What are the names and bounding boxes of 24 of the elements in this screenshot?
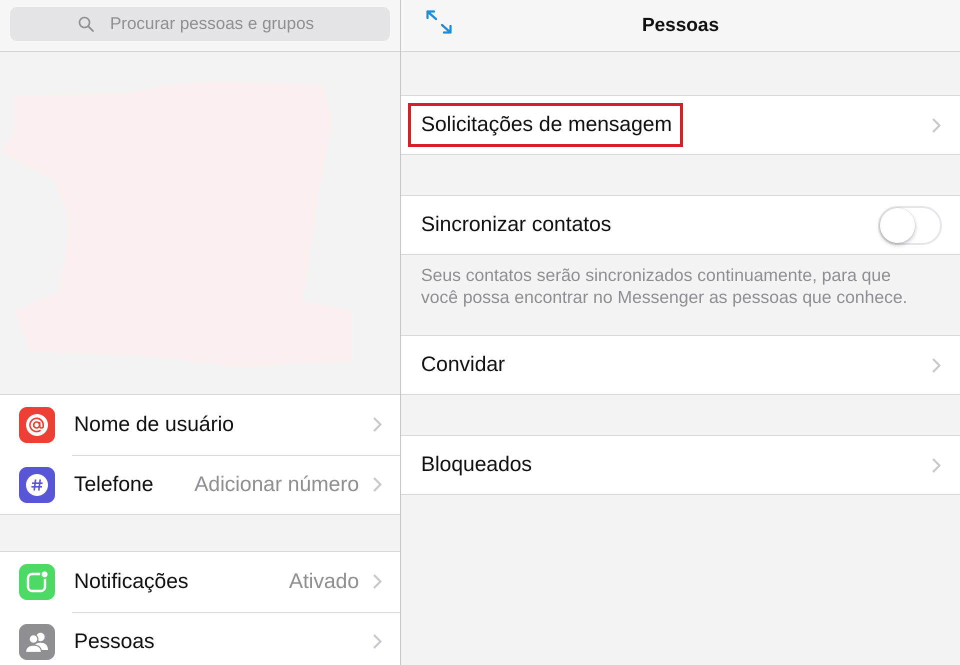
search-icon	[78, 16, 94, 32]
section-footer: Seus contatos serão sincronizados continuamente, para que você possa encontrar no Messenger as pessoas que conhece.	[401, 255, 960, 335]
chevron-icon	[373, 477, 382, 492]
at-sign-icon	[19, 406, 55, 442]
notification-icon	[19, 564, 55, 600]
chevron-icon	[373, 634, 382, 649]
header-title: Pessoas	[642, 14, 720, 36]
chevron-icon	[373, 417, 382, 432]
row-value: Adicionar número	[194, 472, 359, 496]
search-field[interactable]: Procurar pessoas e grupos	[10, 7, 390, 41]
highlight-box: Solicitações de mensagem	[408, 103, 683, 147]
row-label: Sincronizar contatos	[421, 213, 612, 237]
settings-row[interactable]: Convidar	[401, 336, 960, 394]
chevron-icon	[373, 574, 382, 589]
settings-row[interactable]: Bloqueados	[401, 436, 960, 494]
hash-icon	[19, 466, 55, 502]
people-icon	[19, 624, 55, 660]
toggle-switch[interactable]	[878, 206, 942, 244]
settings-row[interactable]: Solicitações de mensagem	[401, 96, 960, 154]
chevron-icon	[932, 458, 941, 472]
expand-icon[interactable]	[425, 9, 453, 35]
chevron-icon	[932, 358, 941, 372]
row-value: Ativado	[288, 570, 359, 594]
chevron-icon	[932, 118, 941, 132]
